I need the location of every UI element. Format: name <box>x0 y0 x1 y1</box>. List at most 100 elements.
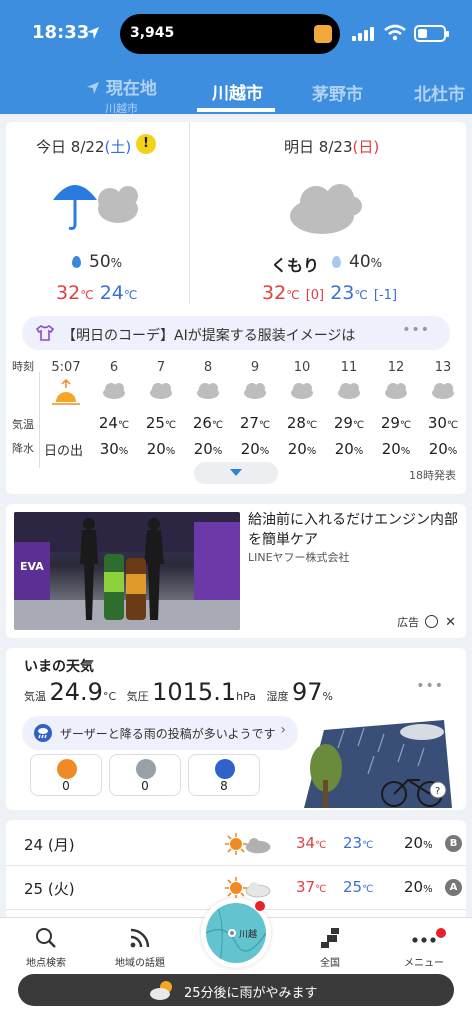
hour-label: 13 <box>434 360 452 375</box>
daily-pop: 20% <box>404 834 433 852</box>
report-rain[interactable]: 8 <box>188 754 260 796</box>
ad-company: LINEヤフー株式会社 <box>248 551 350 564</box>
close-icon[interactable]: ✕ <box>445 615 456 630</box>
tab-label: 現在地 <box>105 79 157 99</box>
tomorrow-high: 32℃ [0] <box>262 282 325 304</box>
hour-temp: 28℃ <box>286 414 318 432</box>
nav-topics[interactable]: 地域の話題 <box>100 926 180 969</box>
rss-icon <box>130 928 150 948</box>
more-icon[interactable]: ••• <box>416 678 444 694</box>
tab-sublabel: 川越市 <box>104 102 138 115</box>
temp-label: 気温 <box>24 690 46 703</box>
today-high: 32℃ <box>56 282 94 304</box>
tomorrow-weather: くもり <box>271 256 320 275</box>
ad-title[interactable]: 給油前に入れるだけエンジン内部を簡単ケア <box>248 510 458 550</box>
divider <box>39 372 40 468</box>
ad-image[interactable]: EVA <box>14 512 240 630</box>
bottom-nav: 地点検索 地域の話題 川越 全国 メニュー <box>0 898 472 1024</box>
nav-menu[interactable]: メニュー <box>384 926 464 969</box>
app-header: 18:33 3,945 現在地 川越市 川越市 茅野市 北杜市 <box>0 0 472 116</box>
sun-cloud-icon <box>150 981 172 1000</box>
hour-pop: 20% <box>240 440 270 458</box>
forecast-card: 今日 8/22(土) ! 50% 32℃ 24℃ 明日 8/23(日) くもり … <box>6 122 466 494</box>
reports-banner[interactable]: ザーザーと降る雨の投稿が多いようです › <box>22 716 298 750</box>
tomorrow-temps: 32℃ [0] 23℃ [-1] <box>262 282 397 304</box>
outfit-banner[interactable]: 【明日のコーデ】AIが提案する服装イメージは ••• <box>22 316 450 350</box>
reliability-badge: B <box>445 835 462 852</box>
radar-map-thumbnail: 川越 <box>206 903 266 963</box>
wifi-icon <box>384 24 406 45</box>
expand-hourly-button[interactable] <box>194 462 278 484</box>
cloud-icon <box>385 383 407 399</box>
ad-info-icon[interactable] <box>424 615 438 628</box>
pressure-unit: hPa <box>236 690 256 703</box>
cloud-icon <box>150 383 172 399</box>
hour-pop: 20% <box>287 440 317 458</box>
radar-button[interactable]: 川越 <box>201 898 271 968</box>
reports-banner-text: ザーザーと降る雨の投稿が多いようです <box>60 727 276 741</box>
cloud-icon <box>338 383 360 399</box>
japan-map-icon <box>321 928 339 948</box>
issued-time: 18時発表 <box>409 469 456 482</box>
ad-label-text: 広告 <box>397 616 420 629</box>
today-pop: 50% <box>72 252 122 272</box>
dynamic-island[interactable]: 3,945 <box>120 14 340 54</box>
hour-temp: 29℃ <box>380 414 412 432</box>
sunrise-icon <box>52 378 80 405</box>
report-sunny[interactable]: 0 <box>30 754 102 796</box>
report-cloudy[interactable]: 0 <box>109 754 181 796</box>
ad-card[interactable]: EVA 給油前に入れるだけエンジン内部を簡単ケア LINEヤフー株式会社 広告 … <box>6 504 466 638</box>
status-bar: 18:33 3,945 <box>0 0 472 68</box>
rain-stop-toast[interactable]: 25分後に雨がやみます <box>18 974 454 1006</box>
report-count: 0 <box>62 779 70 793</box>
sun-cloud-icon <box>225 877 271 899</box>
warning-icon[interactable]: ! <box>136 134 156 154</box>
divider <box>189 122 190 304</box>
tab-hokuto[interactable]: 北杜市 <box>414 80 465 105</box>
nav-menu-label: メニュー <box>404 958 444 969</box>
daily-high: 37℃ <box>296 878 327 896</box>
cloud-icon <box>244 383 266 399</box>
daily-row[interactable]: 24 (月) 34℃ 23℃ 20% B <box>6 822 466 866</box>
hour-label: 9 <box>250 360 260 375</box>
tab-current-location[interactable]: 現在地 川越市 <box>86 74 157 116</box>
hour-pop: 20% <box>334 440 364 458</box>
sunrise-label: 日の出 <box>44 444 84 459</box>
location-pin-icon <box>228 929 236 937</box>
nav-national[interactable]: 全国 <box>290 926 370 969</box>
outfit-banner-text: 【明日のコーデ】AIが提案する服装イメージは <box>62 328 356 344</box>
shirt-icon <box>36 325 54 341</box>
tab-chino[interactable]: 茅野市 <box>312 80 363 105</box>
cloud-icon <box>291 383 313 399</box>
daily-low: 25℃ <box>343 878 374 896</box>
today-low: 24℃ <box>99 282 138 304</box>
today-date: 8/22 <box>70 138 105 156</box>
raindrop-icon <box>332 256 341 268</box>
nav-search[interactable]: 地点検索 <box>6 926 86 969</box>
current-pressure: 1015.1 <box>152 678 237 706</box>
hour-pop: 20% <box>146 440 176 458</box>
tomorrow-title: 明日 8/23(日) <box>284 136 379 157</box>
sunrise-time: 5:07 <box>51 360 81 375</box>
island-count: 3,945 <box>130 25 175 41</box>
hour-pop: 20% <box>428 440 458 458</box>
svg-text:?: ? <box>435 786 440 797</box>
chevron-down-icon <box>230 469 242 476</box>
today-dow: (土) <box>104 138 132 156</box>
daily-low: 23℃ <box>343 834 374 852</box>
search-icon <box>36 928 56 948</box>
hour-label: 11 <box>340 360 358 375</box>
cloud-icon <box>136 759 156 779</box>
pressure-label: 気圧 <box>126 690 149 703</box>
sun-cloud-icon <box>225 833 271 855</box>
current-weather-title: いまの天気 <box>24 659 94 675</box>
row-label-pop: 降水 <box>12 442 34 455</box>
cloud-icon <box>197 383 219 399</box>
hour-temp: 24℃ <box>98 414 130 432</box>
hour-temp: 30℃ <box>427 414 459 432</box>
current-temp: 24.9 <box>49 678 103 706</box>
more-icon[interactable]: ••• <box>402 322 430 338</box>
hour-label: 12 <box>387 360 405 375</box>
tab-kawagoe[interactable]: 川越市 <box>212 79 263 104</box>
tomorrow-pop: 40% <box>332 252 382 272</box>
